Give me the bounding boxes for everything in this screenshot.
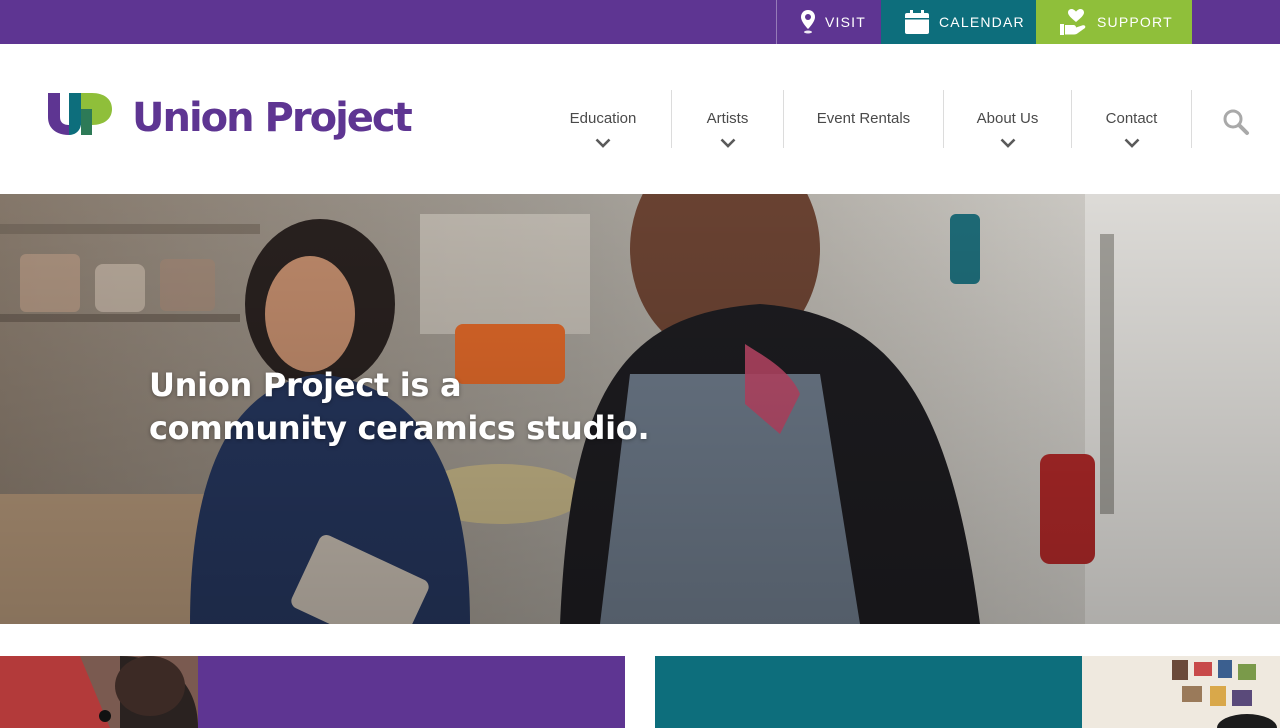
main-nav: Education Artists Event Rentals About Us…	[535, 90, 1192, 148]
calendar-icon	[905, 10, 929, 34]
nav-item-label: Artists	[706, 110, 749, 127]
heart-hand-icon	[1060, 9, 1087, 35]
hero-title: Union Project is a community ceramics st…	[149, 366, 650, 447]
search-button[interactable]	[1222, 108, 1250, 141]
nav-item-label: About Us	[976, 110, 1039, 127]
promo-photo-right-image	[1082, 656, 1280, 728]
promo-card-purple[interactable]	[198, 656, 625, 728]
chevron-down-icon	[595, 135, 611, 152]
chevron-down-icon	[720, 135, 736, 152]
nav-item-artists[interactable]: Artists	[672, 90, 783, 148]
nav-item-contact[interactable]: Contact	[1072, 90, 1191, 148]
nav-item-education[interactable]: Education	[535, 90, 671, 148]
map-pin-icon	[801, 10, 815, 34]
nav-item-label: Contact	[1105, 110, 1158, 127]
chevron-down-icon	[1124, 135, 1140, 152]
promo-card-teal[interactable]	[655, 656, 1082, 728]
nav-item-about-us[interactable]: About Us	[944, 90, 1071, 148]
support-label: SUPPORT	[1097, 14, 1173, 30]
visit-label: VISIT	[825, 14, 867, 30]
visit-link[interactable]: VISIT	[776, 0, 881, 44]
chevron-down-icon	[1000, 135, 1016, 152]
promo-photo-left-image	[0, 656, 198, 728]
nav-item-label: Education	[569, 110, 637, 127]
promo-photo-left	[0, 656, 198, 728]
utility-bar: VISIT CALENDAR SUPPORT	[0, 0, 1280, 44]
nav-item-event-rentals[interactable]: Event Rentals	[784, 90, 943, 148]
calendar-label: CALENDAR	[939, 14, 1025, 30]
nav-divider	[1191, 90, 1192, 148]
promo-photo-right	[1082, 656, 1280, 728]
logo-wordmark: Union Project	[132, 95, 413, 141]
support-link[interactable]: SUPPORT	[1036, 0, 1192, 44]
site-logo[interactable]: Union Project	[48, 92, 413, 141]
logo-mark-icon	[48, 93, 114, 137]
site-header: Union Project Education Artists Event Re…	[0, 44, 1280, 194]
search-icon	[1222, 109, 1250, 140]
hero-banner: Union Project is a community ceramics st…	[0, 194, 1280, 624]
nav-item-label: Event Rentals	[816, 110, 911, 127]
calendar-link[interactable]: CALENDAR	[881, 0, 1036, 44]
